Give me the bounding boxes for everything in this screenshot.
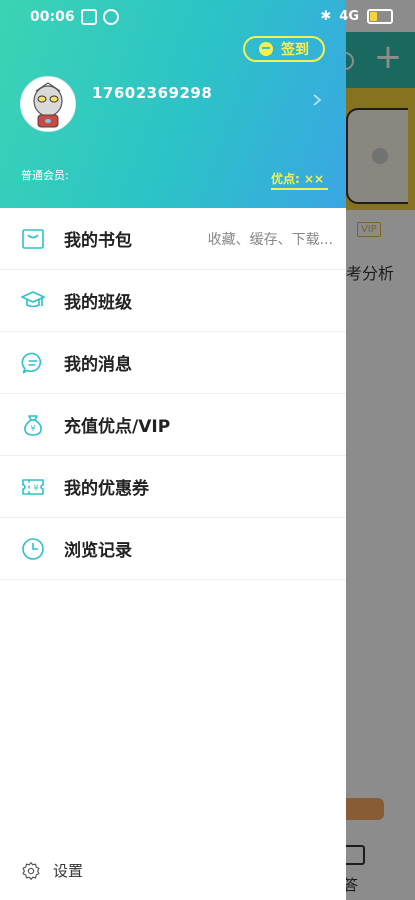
menu-hint-schoolbag: 收藏、缓存、下载... — [207, 231, 333, 248]
signin-label: 签到 — [281, 42, 309, 58]
screen: + VIP 考分析 答 签到 17602369298 普通会员: 优点: ×× … — [0, 0, 415, 900]
side-drawer: 签到 17602369298 普通会员: 优点: ×× 我的书包 收藏、缓存、下… — [0, 0, 346, 900]
gear-icon — [22, 861, 40, 880]
menu-item-class[interactable]: 我的班级 — [0, 270, 346, 332]
svg-text:¥: ¥ — [33, 483, 38, 492]
drawer-menu: 我的书包 收藏、缓存、下载... 我的班级 我的消息 ¥ 充值优点/VIP ¥ … — [0, 208, 346, 580]
menu-item-recharge[interactable]: ¥ 充值优点/VIP — [0, 394, 346, 456]
menu-label-class: 我的班级 — [64, 293, 132, 313]
message-icon — [21, 352, 42, 373]
points-balance[interactable]: 优点: ×× — [271, 170, 328, 190]
status-bar: 00:06 ✱ 4G — [0, 0, 415, 32]
notification-icon — [80, 9, 97, 25]
graduation-cap-icon — [21, 290, 45, 307]
settings-label: 设置 — [53, 862, 84, 880]
member-level: 普通会员: — [21, 169, 69, 182]
battery-level — [370, 12, 377, 21]
svg-text:¥: ¥ — [30, 424, 35, 433]
network-type: 4G — [339, 9, 359, 24]
status-left: 00:06 — [30, 9, 119, 25]
menu-label-recharge: 充值优点/VIP — [64, 417, 171, 437]
app-notification-icon — [102, 9, 119, 25]
avatar[interactable] — [20, 76, 76, 132]
settings-button[interactable]: 设置 — [21, 860, 83, 881]
status-right: ✱ 4G — [320, 9, 393, 24]
menu-label-messages: 我的消息 — [64, 355, 132, 375]
clock-icon — [22, 537, 44, 560]
bluetooth-icon: ✱ — [320, 9, 332, 24]
menu-label-schoolbag: 我的书包 — [64, 231, 132, 251]
money-bag-icon: ¥ — [24, 414, 42, 436]
menu-item-schoolbag[interactable]: 我的书包 收藏、缓存、下载... — [0, 208, 346, 270]
signin-button[interactable]: 签到 — [243, 36, 325, 62]
menu-label-history: 浏览记录 — [64, 541, 132, 561]
coupon-icon: ¥ — [22, 478, 44, 495]
menu-item-messages[interactable]: 我的消息 — [0, 332, 346, 394]
user-phone[interactable]: 17602369298 — [92, 84, 212, 102]
coin-icon — [259, 42, 273, 56]
menu-item-coupons[interactable]: ¥ 我的优惠券 — [0, 456, 346, 518]
menu-item-history[interactable]: 浏览记录 — [0, 518, 346, 580]
battery-icon — [367, 9, 393, 24]
menu-label-coupons: 我的优惠券 — [64, 479, 149, 499]
status-time: 00:06 — [30, 9, 75, 25]
chevron-right-icon[interactable] — [311, 94, 323, 106]
bag-icon — [22, 228, 44, 249]
